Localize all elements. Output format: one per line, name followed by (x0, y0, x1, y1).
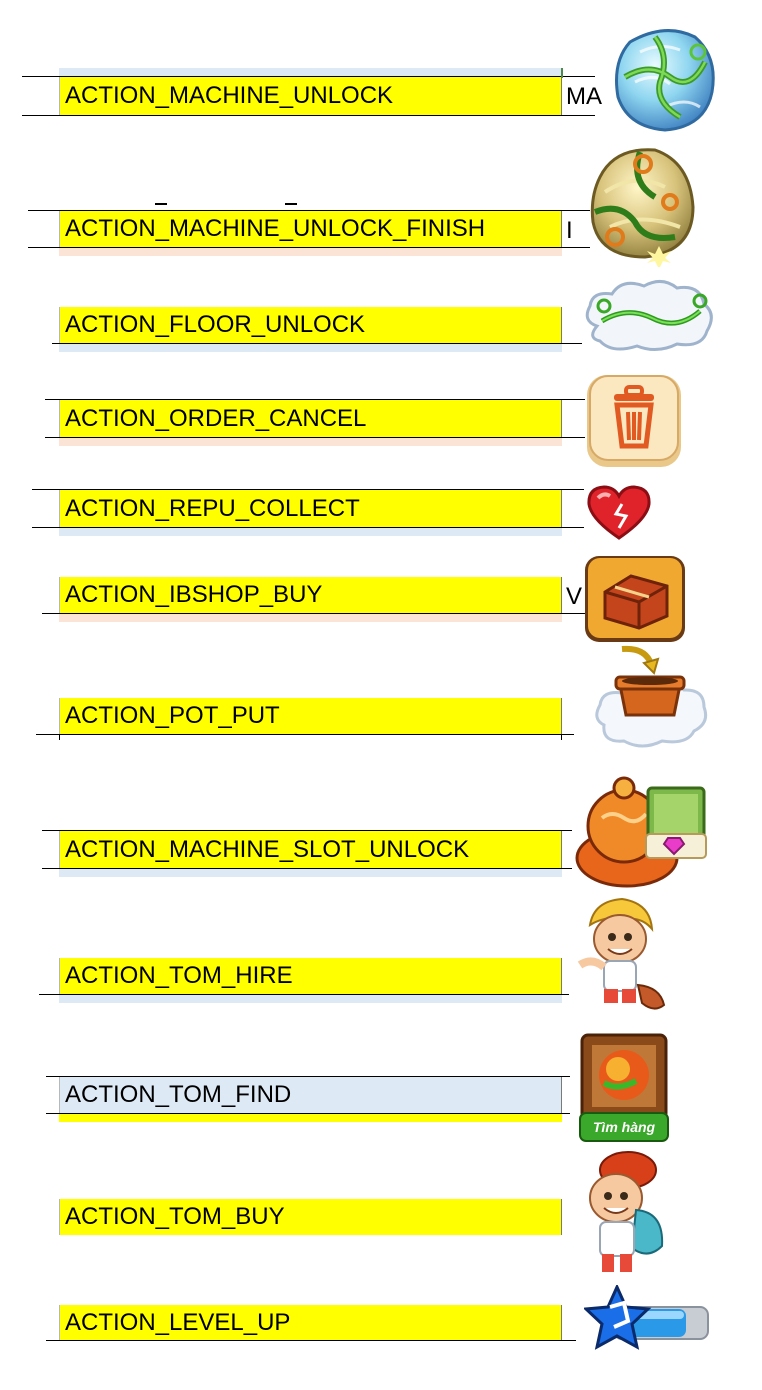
cell-tint (59, 438, 562, 446)
level-up-star-bar-icon (584, 1285, 714, 1355)
action-cell[interactable]: ACTION_FLOOR_UNLOCK (59, 307, 562, 343)
cell-tint (59, 869, 562, 877)
heart-icon (586, 484, 652, 540)
vine-cloud-icon (582, 276, 717, 356)
side-text: MA (566, 83, 602, 110)
flower-pot-cloud-icon (592, 645, 708, 753)
grid-line (36, 734, 574, 735)
crystal-vine-rock-icon (610, 22, 720, 134)
action-cell[interactable]: ACTION_POT_PUT (59, 698, 562, 734)
machine-slot-gem-icon (572, 768, 708, 890)
cell-tint (59, 614, 562, 622)
tom-find-button-text: Tìm hàng (593, 1119, 656, 1135)
action-cell[interactable]: ACTION_ORDER_CANCEL (59, 400, 562, 437)
grid-line (155, 203, 167, 205)
action-cell[interactable]: ACTION_TOM_FIND (59, 1077, 562, 1113)
cell-tint (59, 248, 562, 256)
tom-find-box-icon: Tìm hàng (578, 1033, 672, 1145)
tom-buy-icon (578, 1150, 668, 1278)
action-cell[interactable]: ACTION_LEVEL_UP (59, 1305, 562, 1340)
grid-line (59, 734, 60, 740)
golden-vine-rock-icon (585, 142, 703, 267)
cell-tint (59, 344, 562, 352)
action-cell[interactable]: ACTION_REPU_COLLECT (59, 490, 562, 527)
tom-hire-icon (576, 895, 668, 1019)
action-cell[interactable]: ACTION_MACHINE_SLOT_UNLOCK (59, 831, 562, 868)
side-text: I (566, 217, 573, 244)
side-text: V (566, 583, 583, 610)
cell-tint (59, 528, 562, 536)
action-cell[interactable]: ACTION_MACHINE_UNLOCK (59, 77, 562, 115)
treasure-chest-icon (583, 554, 687, 644)
grid-line (22, 115, 595, 116)
grid-line (561, 734, 562, 740)
cell-tint (59, 1114, 562, 1122)
action-cell[interactable]: ACTION_MACHINE_UNLOCK_FINISH (59, 211, 562, 247)
cell-tint (59, 68, 562, 76)
trash-can-icon (584, 372, 684, 470)
action-cell[interactable]: ACTION_TOM_BUY (59, 1199, 562, 1235)
cell-marker (561, 68, 563, 78)
action-cell[interactable]: ACTION_IBSHOP_BUY (59, 577, 562, 613)
grid-line (46, 1340, 576, 1341)
cell-tint (59, 995, 562, 1003)
grid-line (285, 203, 297, 205)
action-cell[interactable]: ACTION_TOM_HIRE (59, 958, 562, 994)
